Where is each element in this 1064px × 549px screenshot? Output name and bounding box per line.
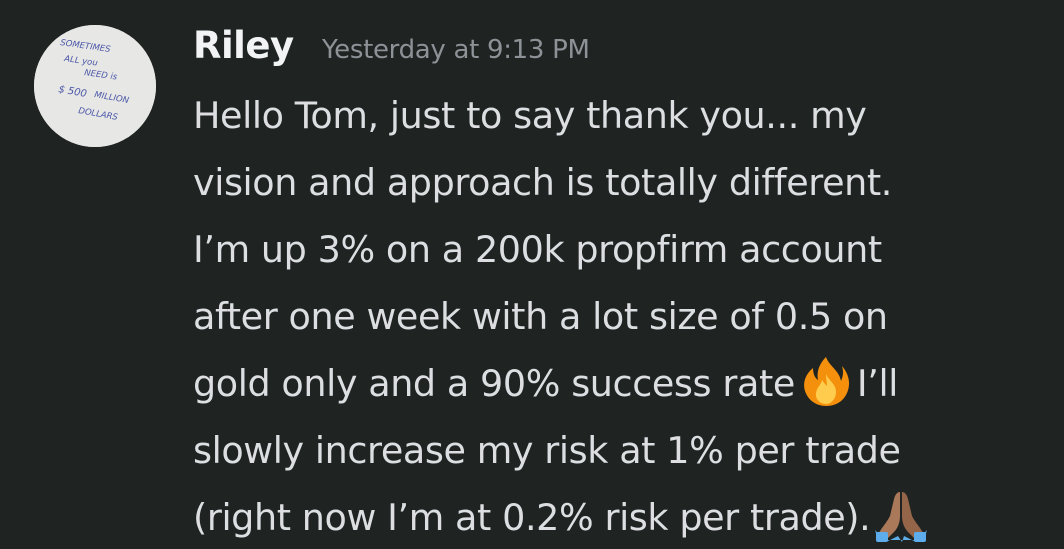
message-line-with-emoji: (right now I’m at 0.2% risk per trade). (193, 484, 1053, 549)
message-timestamp: Yesterday at 9:13 PM (322, 35, 590, 65)
praying-hands-emoji-icon (874, 488, 928, 542)
avatar-handwritten-note: SOMETIMES ALL you NEED is $ 500 MILLION … (34, 25, 156, 147)
message-line: slowly increase my risk at 1% per trade (193, 429, 901, 472)
avatar[interactable]: SOMETIMES ALL you NEED is $ 500 MILLION … (34, 25, 156, 147)
message-author[interactable]: Riley (193, 21, 294, 71)
message-line: vision and approach is totally different… (193, 161, 892, 204)
message-line: Hello Tom, just to say thank you... my (193, 94, 867, 137)
message-line-with-emoji: gold only and a 90% success rate I’ll (193, 350, 1053, 417)
message-line-text: I’ll (856, 362, 898, 405)
message-line-text: gold only and a 90% success rate (193, 362, 795, 405)
message-line: I’m up 3% on a 200k propfirm account (193, 228, 882, 271)
message-line-text: (right now I’m at 0.2% risk per trade). (193, 496, 871, 539)
message-line: after one week with a lot size of 0.5 on (193, 295, 888, 338)
message-content: Hello Tom, just to say thank you... my v… (193, 82, 1053, 549)
fire-emoji-icon (799, 354, 853, 408)
chat-message: SOMETIMES ALL you NEED is $ 500 MILLION … (0, 0, 1064, 549)
